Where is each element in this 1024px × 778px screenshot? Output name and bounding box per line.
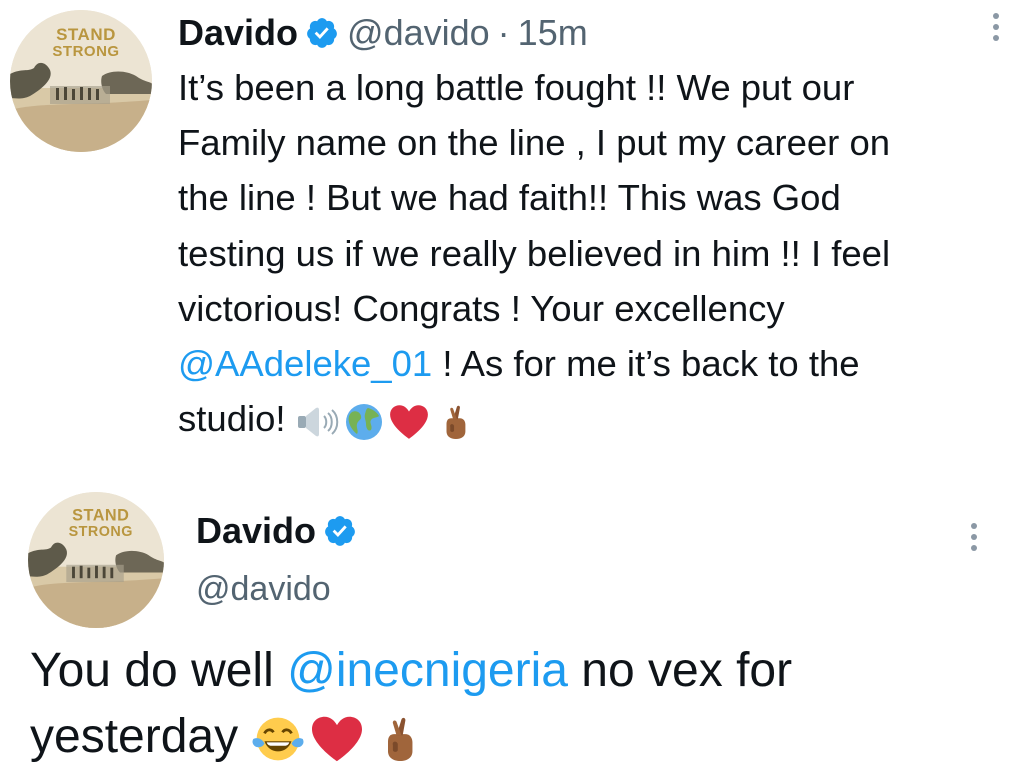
tweet-1[interactable]: STAND STRONG Davido @davido · 15m It’s b… <box>0 0 1024 450</box>
tweet-line: victorious! Congrats ! Your excellency <box>178 287 785 329</box>
timestamp[interactable]: 15m <box>518 12 588 54</box>
verified-badge-icon <box>323 514 357 548</box>
avatar-top-text: STAND <box>72 507 129 525</box>
avatar[interactable]: STAND STRONG <box>28 492 164 628</box>
tweet-line: the line ! But we had faith!! This was G… <box>178 177 841 219</box>
avatar-bottom-text: STRONG <box>69 524 133 540</box>
tweet-header: Davido <box>196 510 365 552</box>
tweet-line: You do well @inecnigeria no vex for <box>30 638 990 704</box>
globe-icon <box>344 402 384 442</box>
tears-of-joy-icon <box>251 714 305 764</box>
more-options-icon[interactable] <box>989 13 1003 41</box>
author-name[interactable]: Davido <box>178 12 298 54</box>
crossed-fingers-icon <box>377 714 421 764</box>
speaker-icon <box>296 404 342 440</box>
tweet-text-segment: no vex for <box>567 644 793 697</box>
heart-icon <box>309 714 365 764</box>
avatar-bottom-text: STRONG <box>52 43 119 60</box>
tweet-text-segment: yesterday <box>30 710 252 763</box>
mention-link[interactable]: @AAdeleke_01 <box>178 343 432 384</box>
tweet-header: Davido @davido · 15m <box>178 10 588 56</box>
tweet-line: yesterday <box>30 704 990 770</box>
avatar[interactable]: STAND STRONG <box>10 10 152 152</box>
tweet-line: studio! <box>178 391 1008 446</box>
tweet-2[interactable]: STAND STRONG Davido @davido You do well … <box>0 478 1024 778</box>
tweet-text-segment: ! As for me it’s back to the <box>432 343 860 385</box>
tweet-line: It’s been a long battle fought !! We put… <box>178 67 855 108</box>
tweet-text-segment: You do well <box>30 644 288 697</box>
tweet-line: testing us if we really believed in him … <box>178 232 891 274</box>
tweet-text: You do well @inecnigeria no vex for yest… <box>30 638 990 770</box>
tweet-line: @AAdeleke_01 ! As for me it’s back to th… <box>178 336 1008 391</box>
mention-link[interactable]: @inecnigeria <box>287 644 568 697</box>
author-handle[interactable]: @davido <box>347 12 490 54</box>
crossed-fingers-icon <box>438 403 472 441</box>
avatar-image: STAND STRONG <box>10 10 152 152</box>
author-name[interactable]: Davido <box>196 510 316 552</box>
tweet-text: It’s been a long battle fought !! We put… <box>178 60 1008 446</box>
heart-icon <box>388 403 430 441</box>
separator-dot: · <box>497 12 510 53</box>
avatar-top-text: STAND <box>56 25 116 44</box>
author-handle[interactable]: @davido <box>196 570 331 609</box>
tweet-text-segment: studio! <box>178 398 296 440</box>
more-options-icon[interactable] <box>967 523 981 551</box>
verified-badge-icon <box>305 16 339 50</box>
avatar-image: STAND STRONG <box>28 492 164 628</box>
tweet-line: Family name on the line , I put my caree… <box>178 122 891 164</box>
